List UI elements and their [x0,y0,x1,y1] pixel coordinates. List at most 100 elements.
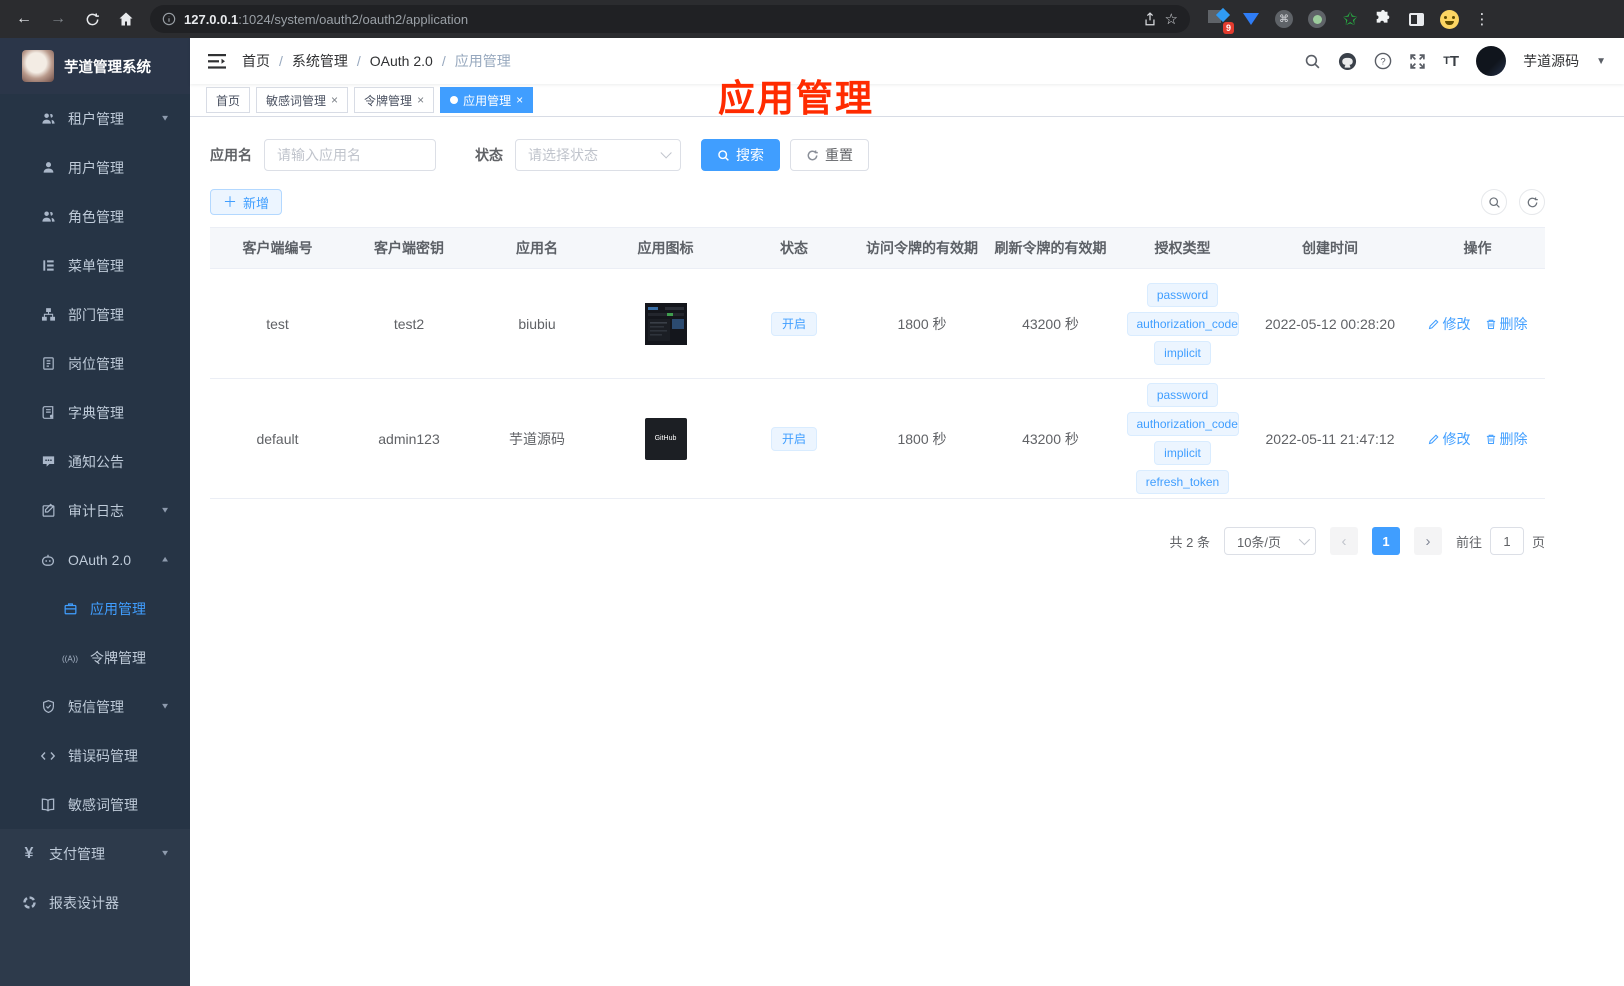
chevron-down-icon: ▼ [160,849,170,858]
sidebar-item-report-designer[interactable]: 报表设计器 [0,878,190,927]
user-icon [40,160,56,175]
site-info-icon[interactable] [162,12,176,26]
open-book-icon [40,797,56,813]
browser-forward-button[interactable]: → [44,5,72,33]
app-logo-row[interactable]: 芋道管理系统 [0,38,190,94]
sidebar-item-oauth[interactable]: OAuth 2.0 ▲ [0,535,190,584]
command-extension-icon[interactable]: ⌘ [1274,9,1294,29]
close-icon[interactable]: × [516,93,523,107]
refresh-token-validity-cell: 43200 秒 [1022,315,1079,332]
tab-label: 令牌管理 [364,93,413,108]
toggle-search-button[interactable] [1481,189,1507,215]
column-header: 应用图标 [637,240,694,256]
sidebar-item-dept[interactable]: 部门管理 [0,290,190,339]
app-name-input[interactable] [264,139,436,171]
column-header: 操作 [1463,240,1492,256]
breadcrumb-oauth[interactable]: OAuth 2.0 [370,53,433,69]
fullscreen-icon[interactable] [1409,53,1426,70]
tab-home[interactable]: 首页 [206,87,251,113]
recorder-extension-icon[interactable] [1307,9,1327,29]
refresh-icon [807,149,818,160]
close-icon[interactable]: × [331,93,338,107]
browser-menu-icon[interactable]: ⋮ [1472,9,1492,29]
gem-extension-icon[interactable] [1241,9,1261,29]
status-badge: 开启 [770,311,817,336]
status-select-placeholder: 请选择状态 [528,147,598,163]
bookmark-star-icon[interactable]: ☆ [1165,10,1178,28]
emoji-extension-icon[interactable] [1439,9,1459,29]
refresh-table-button[interactable] [1519,189,1545,215]
prev-page-button[interactable]: ‹ [1329,527,1358,555]
sidebar-item-errorcode[interactable]: 错误码管理 [0,731,190,780]
browser-back-button[interactable]: ← [10,5,38,33]
share-icon[interactable] [1143,11,1157,27]
sidebar-item-role[interactable]: 角色管理 [0,192,190,241]
client-id-cell: default [256,430,299,447]
sidebar-item-application[interactable]: 应用管理 [0,584,190,633]
filter-form: 应用名 状态 请选择状态 搜索 重置 [210,139,1604,171]
status-cell: 开启 [730,311,858,336]
star-extension-icon[interactable]: ✩ [1340,9,1360,29]
search-icon [718,149,729,161]
delete-button[interactable]: 删除 [1485,314,1528,334]
app-logo [22,50,54,82]
sidebar-item-token[interactable]: ((A)) 令牌管理 [0,633,190,682]
help-icon[interactable]: ? [1374,52,1392,70]
page-size-select[interactable]: 10条/页 [1223,527,1316,555]
sidebar-item-user[interactable]: 用户管理 [0,143,190,192]
page-number-current[interactable]: 1 [1371,527,1400,555]
font-size-icon[interactable]: TT [1443,53,1459,70]
breadcrumb-home[interactable]: 首页 [242,51,270,71]
next-page-button[interactable]: › [1413,527,1442,555]
wallet-extension-icon[interactable]: 9 [1208,7,1234,34]
user-menu-caret-icon[interactable]: ▼ [1596,56,1606,67]
tab-sensitiveword[interactable]: 敏感词管理 × [256,87,349,113]
sidebar-item-audit[interactable]: 审计日志 ▼ [0,486,190,535]
address-bar[interactable]: 127.0.0.1:1024/system/oauth2/oauth2/appl… [150,5,1190,33]
goto-page-input[interactable] [1489,527,1524,555]
username[interactable]: 芋道源码 [1523,51,1579,71]
chevron-down-icon: ▼ [160,506,170,515]
breadcrumb-system[interactable]: 系统管理 [292,51,348,71]
column-header: 应用名 [516,240,558,256]
extensions-puzzle-icon[interactable] [1373,9,1393,29]
tab-application[interactable]: 应用管理 × [440,87,534,113]
github-icon[interactable] [1338,52,1357,71]
sidebar-item-sms[interactable]: 短信管理 ▼ [0,682,190,731]
reset-button[interactable]: 重置 [790,139,869,171]
tab-token[interactable]: 令牌管理 × [354,87,435,113]
sidebar-item-notice[interactable]: 通知公告 [0,437,190,486]
sidebar-collapse-icon[interactable] [208,53,226,69]
sidebar-item-pay[interactable]: ¥ 支付管理 ▼ [0,829,190,878]
briefcase-icon [62,601,78,616]
delete-button[interactable]: 删除 [1485,429,1528,449]
trash-icon [1486,434,1495,444]
add-button[interactable]: ＋ 新增 [210,189,283,215]
avatar[interactable] [1476,46,1507,76]
sidebar-item-menu[interactable]: 菜单管理 [0,241,190,290]
sidebar-item-dict[interactable]: 字典管理 [0,388,190,437]
search-button[interactable]: 搜索 [701,139,780,171]
edit-icon [1428,319,1438,329]
badge-icon [40,356,56,371]
plus-icon: ＋ [223,194,237,210]
actions-cell: 修改 删除 [1410,429,1545,449]
sidebar-item-label: 菜单管理 [68,257,124,274]
status-select[interactable]: 请选择状态 [515,139,681,171]
sidebar-item-post[interactable]: 岗位管理 [0,339,190,388]
access-token-validity-cell: 1800 秒 [897,430,947,447]
shield-check-icon [40,699,56,714]
add-button-label: 新增 [243,195,270,211]
grant-type-tag: implicit [1154,340,1211,365]
edit-button[interactable]: 修改 [1428,314,1471,334]
header-search-icon[interactable] [1304,53,1321,70]
sidebar-item-tenant[interactable]: 租户管理 ▼ [0,94,190,143]
sidebar-item-sensitiveword[interactable]: 敏感词管理 [0,780,190,829]
sidebar-item-label: 应用管理 [90,600,146,617]
browser-reload-button[interactable] [78,5,106,33]
sidebar-item-label: 短信管理 [68,698,124,715]
browser-home-button[interactable] [112,5,140,33]
close-icon[interactable]: × [417,93,424,107]
edit-button[interactable]: 修改 [1428,429,1471,449]
side-panel-icon[interactable] [1406,9,1426,29]
